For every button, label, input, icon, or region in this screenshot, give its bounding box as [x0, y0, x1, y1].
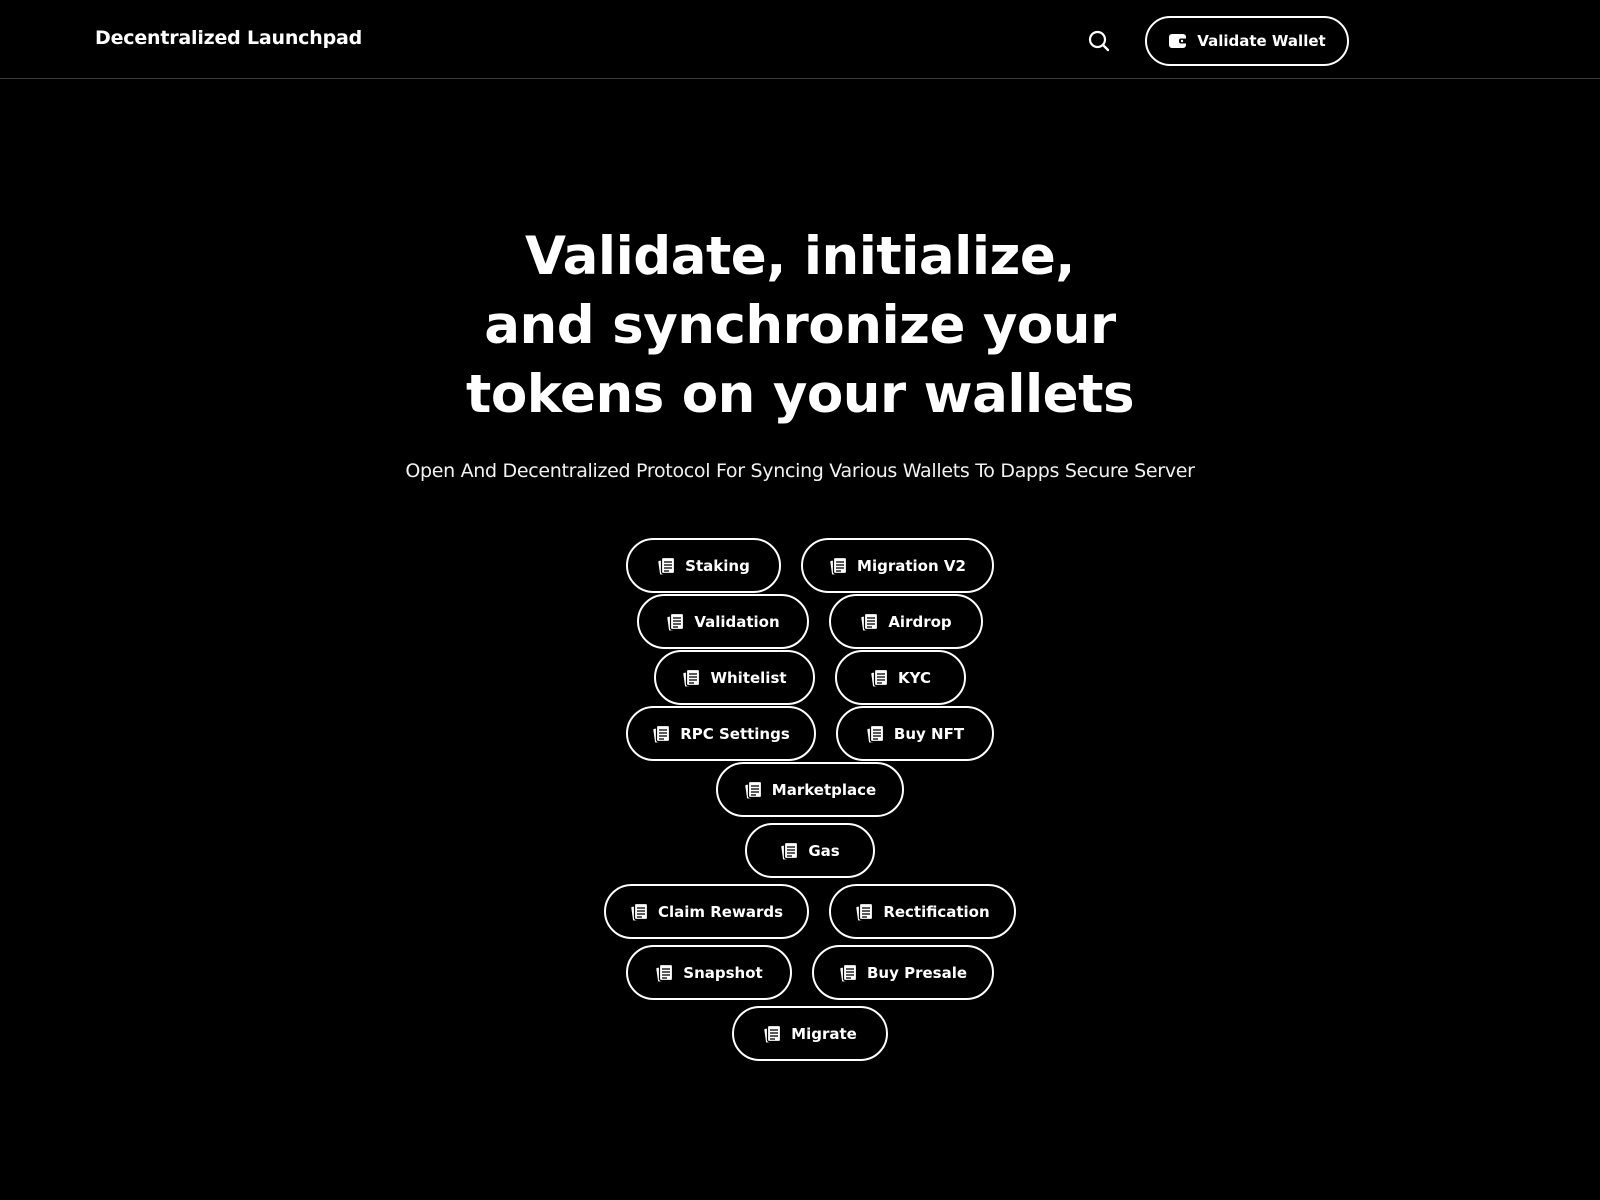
action-button-label: Gas: [808, 841, 840, 860]
search-icon[interactable]: [1086, 28, 1112, 54]
action-button-label: Claim Rewards: [657, 902, 784, 921]
validate-wallet-button[interactable]: Validate Wallet: [1145, 16, 1349, 66]
action-button-label: Airdrop: [888, 612, 952, 631]
document-icon: [655, 963, 675, 983]
action-button-rectification[interactable]: Rectification: [829, 884, 1016, 939]
wallet-icon: [1168, 32, 1188, 50]
action-button-migrate[interactable]: Migrate: [732, 1006, 888, 1061]
brand-title[interactable]: Decentralized Launchpad: [95, 27, 362, 49]
document-icon: [763, 1024, 783, 1044]
action-button-rpc-settings[interactable]: RPC Settings: [626, 706, 816, 761]
action-button-label: Buy Presale: [866, 963, 968, 982]
hero-title-line-1: Validate, initialize,: [525, 226, 1075, 287]
document-icon: [682, 668, 702, 688]
document-icon: [666, 612, 686, 632]
validate-wallet-label: Validate Wallet: [1197, 32, 1326, 50]
action-button-marketplace[interactable]: Marketplace: [716, 762, 904, 817]
hero-subtitle: Open And Decentralized Protocol For Sync…: [405, 460, 1195, 482]
action-button-staking[interactable]: Staking: [626, 538, 781, 593]
action-button-label: Whitelist: [710, 668, 787, 687]
hero-title-line-3: tokens on your wallets: [465, 364, 1135, 425]
action-button-label: Migration V2: [857, 556, 966, 575]
action-button-claim-rewards[interactable]: Claim Rewards: [604, 884, 809, 939]
document-icon: [860, 612, 880, 632]
document-icon: [743, 780, 764, 800]
action-button-label: Rectification: [883, 902, 990, 921]
document-icon: [870, 668, 890, 688]
action-button-airdrop[interactable]: Airdrop: [829, 594, 983, 649]
action-button-label: Validation: [694, 612, 780, 631]
action-button-label: Marketplace: [771, 780, 877, 799]
document-icon: [652, 724, 672, 744]
action-button-validation[interactable]: Validation: [637, 594, 809, 649]
hero-title-line-2: and synchronize your: [484, 295, 1116, 356]
action-button-snapshot[interactable]: Snapshot: [626, 945, 792, 1000]
action-button-label: Snapshot: [683, 963, 763, 982]
action-button-buy-nft[interactable]: Buy NFT: [836, 706, 994, 761]
action-button-migration-v2[interactable]: Migration V2: [801, 538, 994, 593]
document-icon: [630, 902, 650, 922]
document-icon: [780, 841, 800, 861]
document-icon: [657, 556, 677, 576]
action-button-gas[interactable]: Gas: [745, 823, 875, 878]
document-icon: [829, 556, 849, 576]
action-button-label: Staking: [685, 556, 750, 575]
action-button-label: KYC: [898, 668, 931, 687]
document-icon: [855, 902, 875, 922]
action-button-buy-presale[interactable]: Buy Presale: [812, 945, 994, 1000]
document-icon: [866, 724, 886, 744]
top-navbar: Decentralized Launchpad Validate Wallet: [0, 0, 1600, 79]
document-icon: [839, 963, 859, 983]
action-button-label: RPC Settings: [680, 724, 790, 743]
hero-title: Validate, initialize, and synchronize yo…: [0, 222, 1600, 429]
action-button-whitelist[interactable]: Whitelist: [654, 650, 815, 705]
action-button-kyc[interactable]: KYC: [835, 650, 966, 705]
action-button-label: Migrate: [791, 1024, 857, 1043]
action-button-label: Buy NFT: [893, 724, 965, 743]
